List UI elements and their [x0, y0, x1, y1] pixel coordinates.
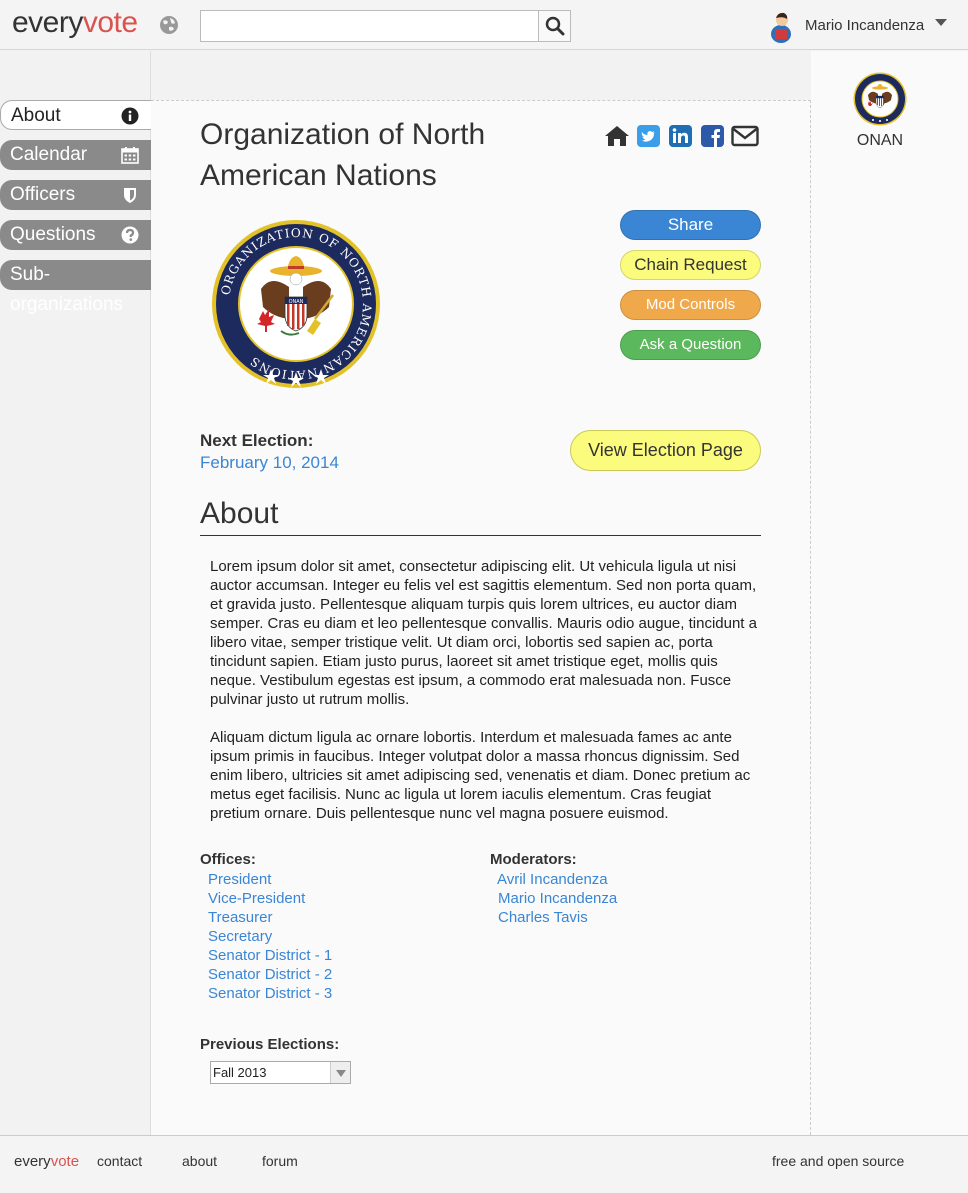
- seal-abbrev-text: ONAN: [289, 299, 304, 305]
- top-bar: everyvote Mario Incandenza: [0, 0, 968, 50]
- moderator-link[interactable]: Avril Incandenza: [497, 870, 617, 889]
- info-icon: [121, 107, 139, 125]
- next-election-date[interactable]: February 10, 2014: [200, 453, 339, 473]
- footer-contact-link[interactable]: contact: [97, 1153, 142, 1169]
- sidebar-item-questions[interactable]: Questions: [0, 220, 151, 250]
- user-avatar-icon[interactable]: [768, 9, 796, 43]
- office-link[interactable]: Senator District - 2: [208, 965, 332, 984]
- ask-question-button[interactable]: Ask a Question: [620, 330, 761, 360]
- search-icon: [545, 16, 564, 36]
- moderator-link[interactable]: Mario Incandenza: [497, 889, 617, 908]
- shield-icon: [124, 188, 136, 203]
- twitter-icon[interactable]: [636, 124, 662, 148]
- sidebar-item-sub-organizations[interactable]: Sub-organizations: [0, 260, 151, 315]
- previous-elections-label: Previous Elections:: [200, 1036, 340, 1053]
- view-election-page-button[interactable]: View Election Page: [570, 430, 761, 471]
- footer-open-source-link[interactable]: free and open source: [772, 1153, 904, 1169]
- office-link[interactable]: Senator District - 1: [208, 946, 332, 965]
- chevron-down-icon: [336, 1070, 346, 1077]
- left-sidebar: [0, 51, 151, 1135]
- home-icon[interactable]: [604, 124, 630, 148]
- search-button[interactable]: [538, 10, 571, 42]
- sidebar-item-label: Calendar: [10, 144, 88, 165]
- about-heading: About: [200, 497, 761, 536]
- logo-vote-text: vote: [82, 6, 138, 39]
- office-link[interactable]: Vice-President: [208, 889, 332, 908]
- footer-logo[interactable]: everyvote: [14, 1153, 79, 1170]
- offices-list: President Vice-President Treasurer Secre…: [208, 870, 332, 1003]
- sidebar-item-label: About: [11, 105, 61, 126]
- moderators-list: Avril Incandenza Mario Incandenza Charle…: [497, 870, 617, 927]
- footer-logo-vote: vote: [50, 1153, 80, 1170]
- office-link[interactable]: President: [208, 870, 332, 889]
- footer: everyvote contact about forum free and o…: [0, 1135, 968, 1193]
- about-paragraph: Lorem ipsum dolor sit amet, consectetur …: [210, 558, 757, 708]
- globe-icon[interactable]: [158, 14, 180, 36]
- search-input[interactable]: [200, 10, 539, 42]
- moderator-link[interactable]: Charles Tavis: [497, 908, 617, 927]
- page-title: Organization of North American Nations: [200, 118, 486, 192]
- share-button[interactable]: Share: [620, 210, 761, 240]
- sidebar-item-label: Officers: [10, 184, 76, 205]
- previous-elections-selected: Fall 2013: [213, 1065, 267, 1080]
- org-seal-logo: ORGANIZATION OF NORTH AMERICAN NATIONS O…: [212, 220, 380, 388]
- offices-label: Offices:: [200, 851, 256, 868]
- email-icon[interactable]: [731, 124, 759, 148]
- sidebar-item-calendar[interactable]: Calendar: [0, 140, 151, 170]
- linkedin-icon[interactable]: [668, 124, 694, 148]
- facebook-icon[interactable]: [700, 124, 726, 148]
- main-top-gap: [151, 51, 811, 100]
- everyvote-logo[interactable]: everyvote: [12, 6, 138, 40]
- org-seal-thumbnail[interactable]: [853, 72, 907, 126]
- office-link[interactable]: Senator District - 3: [208, 984, 332, 1003]
- footer-about-link[interactable]: about: [182, 1153, 217, 1169]
- mod-controls-button[interactable]: Mod Controls: [620, 290, 761, 320]
- sidebar-item-label: Sub-organizations: [10, 264, 124, 315]
- org-abbrev-label[interactable]: ONAN: [811, 132, 949, 150]
- sidebar-item-about[interactable]: About: [0, 100, 151, 130]
- next-election-label: Next Election:: [200, 431, 314, 450]
- footer-forum-link[interactable]: forum: [262, 1153, 298, 1169]
- logo-every-text: every: [12, 6, 83, 39]
- footer-logo-every: every: [14, 1153, 51, 1170]
- calendar-icon: [121, 147, 139, 164]
- office-link[interactable]: Treasurer: [208, 908, 332, 927]
- previous-elections-select[interactable]: Fall 2013: [210, 1061, 351, 1084]
- office-link[interactable]: Secretary: [208, 927, 332, 946]
- chain-request-button[interactable]: Chain Request: [620, 250, 761, 280]
- right-panel: [811, 51, 968, 1135]
- moderators-label: Moderators:: [490, 851, 577, 868]
- question-icon: [121, 226, 139, 244]
- sidebar-item-label: Questions: [10, 224, 96, 245]
- user-name[interactable]: Mario Incandenza: [805, 17, 924, 34]
- about-paragraph: Aliquam dictum ligula ac ornare lobortis…: [210, 729, 751, 822]
- chevron-down-icon[interactable]: [935, 19, 947, 26]
- sidebar-item-officers[interactable]: Officers: [0, 180, 151, 210]
- select-arrow[interactable]: [330, 1062, 350, 1083]
